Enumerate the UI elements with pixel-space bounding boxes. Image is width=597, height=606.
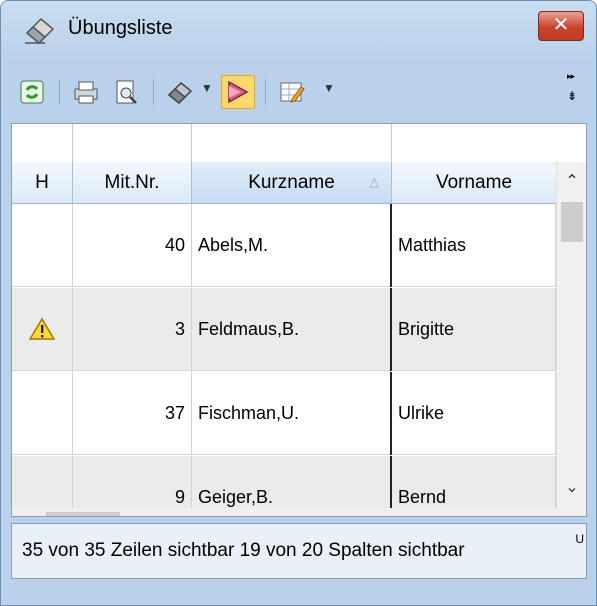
toolbar-options-icon[interactable]: ⇟ bbox=[567, 89, 577, 103]
app-eraser-icon bbox=[25, 17, 55, 45]
cell-mitnr[interactable]: 40 bbox=[73, 204, 192, 287]
filter-toggle-button[interactable] bbox=[221, 75, 255, 109]
filter-cell-kurzname[interactable] bbox=[192, 124, 392, 162]
window-title: Übungsliste bbox=[68, 17, 173, 39]
close-icon: ✕ bbox=[552, 14, 570, 36]
vertical-scroll-thumb[interactable] bbox=[561, 202, 583, 242]
data-grid: H Mit.Nr. Kurzname △ Vorname 40 Abels,M. M… bbox=[11, 123, 587, 517]
tools-icon bbox=[167, 81, 193, 105]
warning-icon bbox=[29, 317, 55, 340]
cell-mitnr[interactable]: 3 bbox=[73, 288, 192, 371]
sort-ascending-icon: △ bbox=[369, 175, 379, 189]
vertical-scrollbar[interactable]: ⌃ ⌄ bbox=[556, 162, 586, 508]
table-row[interactable]: 40 Abels,M. Matthias bbox=[12, 204, 556, 287]
column-header-nr[interactable]: Mit.Nr. bbox=[73, 162, 192, 203]
grid-body: H Mit.Nr. Kurzname △ Vorname 40 Abels,M. M… bbox=[12, 124, 556, 516]
cell-vorname[interactable]: Ulrike bbox=[392, 372, 556, 455]
header-row: H Mit.Nr. Kurzname △ Vorname bbox=[12, 162, 556, 204]
table-row[interactable]: 37 Fischman,U. Ulrike bbox=[12, 372, 556, 455]
filter-cell-h[interactable] bbox=[12, 124, 73, 162]
filter-icon bbox=[228, 80, 249, 104]
cell-mitnr[interactable]: 37 bbox=[73, 372, 192, 455]
scroll-corner bbox=[556, 508, 586, 516]
scroll-left-icon[interactable]: < bbox=[12, 508, 42, 516]
print-preview-icon bbox=[116, 80, 137, 104]
scroll-up-icon[interactable]: ⌃ bbox=[557, 162, 586, 202]
title-bar: Übungsliste ✕ bbox=[1, 1, 596, 61]
cell-kurzname[interactable]: Feldmaus,B. bbox=[192, 288, 392, 371]
column-header-h[interactable]: H bbox=[12, 162, 73, 203]
toolbar-separator bbox=[59, 79, 60, 105]
tools-button[interactable] bbox=[163, 75, 197, 109]
scroll-right-icon[interactable]: > bbox=[526, 508, 556, 516]
toolbar-overflow-icon[interactable]: ▸▸ bbox=[567, 71, 575, 82]
cell-vorname[interactable]: Brigitte bbox=[392, 288, 556, 371]
print-button[interactable] bbox=[69, 75, 103, 109]
status-overflow: U bbox=[575, 532, 584, 546]
close-button[interactable]: ✕ bbox=[538, 11, 584, 41]
status-text: 35 von 35 Zeilen sichtbar 19 von 20 Spal… bbox=[22, 540, 465, 561]
cell-vorname[interactable]: Matthias bbox=[392, 204, 556, 287]
horizontal-scrollbar[interactable]: < > bbox=[12, 508, 556, 516]
table-edit-icon bbox=[280, 82, 305, 103]
print-icon bbox=[74, 81, 98, 104]
filter-cell-vorname[interactable] bbox=[392, 124, 556, 162]
print-preview-button[interactable] bbox=[109, 75, 143, 109]
scroll-down-icon[interactable]: ⌄ bbox=[557, 468, 586, 508]
status-bar: 35 von 35 Zeilen sichtbar 19 von 20 Spal… bbox=[11, 523, 587, 579]
refresh-button[interactable] bbox=[15, 75, 49, 109]
cell-h[interactable] bbox=[12, 204, 73, 287]
table-edit-button[interactable] bbox=[275, 75, 309, 109]
toolbar: ▼ ▼ ▸▸ ⇟ bbox=[11, 65, 586, 123]
horizontal-scroll-thumb[interactable] bbox=[46, 512, 120, 516]
refresh-icon bbox=[20, 80, 44, 104]
column-header-label: Kurzname bbox=[248, 172, 335, 193]
cell-h[interactable] bbox=[12, 288, 73, 371]
table-row[interactable]: 3 Feldmaus,B. Brigitte bbox=[12, 288, 556, 371]
window: Übungsliste ✕ ▼ ▼ ▸▸ ⇟ H Mit.Nr. Kurznam… bbox=[0, 0, 597, 606]
cell-kurzname[interactable]: Abels,M. bbox=[192, 204, 392, 287]
tools-dropdown-icon[interactable]: ▼ bbox=[201, 81, 213, 95]
toolbar-separator bbox=[153, 79, 154, 105]
column-header-kurzname[interactable]: Kurzname △ bbox=[192, 162, 392, 203]
table-dropdown-icon[interactable]: ▼ bbox=[323, 81, 335, 95]
cell-h[interactable] bbox=[12, 372, 73, 455]
filter-cell-nr[interactable] bbox=[73, 124, 192, 162]
column-header-vorname[interactable]: Vorname bbox=[392, 162, 556, 203]
cell-kurzname[interactable]: Fischman,U. bbox=[192, 372, 392, 455]
toolbar-separator bbox=[265, 79, 266, 105]
filter-row bbox=[12, 124, 556, 163]
